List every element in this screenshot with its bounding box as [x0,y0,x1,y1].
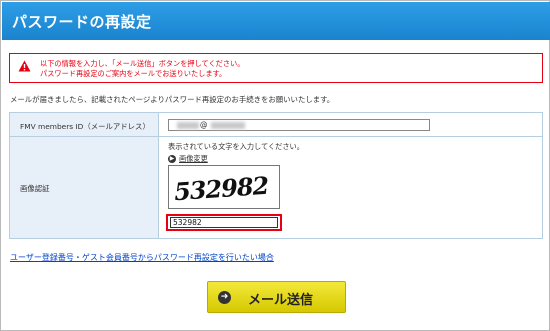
email-field[interactable]: @ [168,119,430,131]
captcha-row: 画像認証 表示されている文字を入力してください。 ▶ 画像変更 532982 5… [10,137,542,238]
send-mail-button[interactable]: ➜ メール送信 [207,281,346,313]
email-label: FMV members ID（メールアドレス） [20,122,150,131]
info-text: メールが届きましたら、記載されたページよりパスワード再設定のお手続きをお願いいた… [10,95,335,104]
email-at-sign: @ [200,120,208,129]
page-frame: パスワードの再設定 以下の情報を入力し、「メール送信」ボタンを押してください。 … [0,0,550,331]
captcha-label: 画像認証 [20,184,50,193]
warning-text: 以下の情報を入力し、「メール送信」ボタンを押してください。 パスワード再設定のご… [40,59,244,79]
captcha-change-label: 画像変更 [179,154,208,163]
arrow-right-icon: ➜ [218,291,231,304]
email-row: FMV members ID（メールアドレス） @ [10,113,542,137]
warning-icon [18,60,31,72]
warning-line-1: 以下の情報を入力し、「メール送信」ボタンを押してください。 [40,59,245,68]
captcha-description: 表示されている文字を入力してください。 [168,142,304,151]
email-redacted-local [177,122,199,129]
captcha-image: 532982 [168,165,280,209]
captcha-input-highlight: 532982 [166,214,282,231]
page-header: パスワードの再設定 [2,2,550,40]
warning-box: 以下の情報を入力し、「メール送信」ボタンを押してください。 パスワード再設定のご… [9,53,543,83]
captcha-image-text: 532982 [173,170,270,207]
email-redacted-domain [211,122,245,129]
reset-form: FMV members ID（メールアドレス） @ 画像認証 表示されている文字… [9,112,543,239]
captcha-change-link[interactable]: ▶ 画像変更 [168,154,208,164]
warning-line-2: パスワード再設定のご案内をメールでお送りいたします。 [40,69,227,78]
email-label-cell: FMV members ID（メールアドレス） [10,113,159,136]
reset-by-member-number-link[interactable]: ユーザー登録番号・ゲスト会員番号からパスワード再設定を行いたい場合 [10,252,274,263]
arrow-right-icon: ▶ [168,155,176,163]
page-title: パスワードの再設定 [12,13,152,31]
captcha-input[interactable]: 532982 [170,217,278,228]
captcha-label-cell: 画像認証 [10,137,159,238]
send-mail-label: メール送信 [248,293,314,308]
